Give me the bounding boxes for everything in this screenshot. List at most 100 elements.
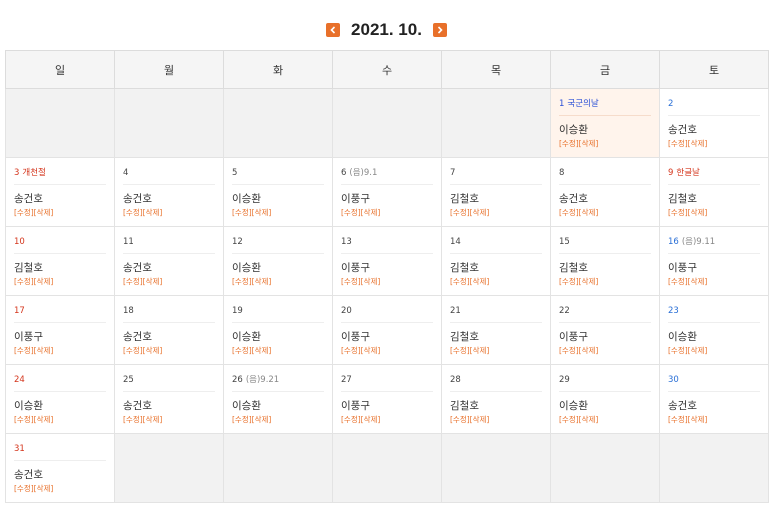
day-cell-24[interactable]: 24 이승환 [수정][삭제]: [5, 364, 115, 434]
day-cell-25[interactable]: 25 송건호 [수정][삭제]: [114, 364, 224, 434]
day-cell-12[interactable]: 12 이승환 [수정][삭제]: [223, 226, 333, 296]
delete-link[interactable]: [삭제]: [252, 415, 272, 424]
day-cell-16[interactable]: 16 (음)9.11 이풍구 [수정][삭제]: [659, 226, 769, 296]
edit-link[interactable]: [수정]: [668, 346, 688, 355]
delete-link[interactable]: [삭제]: [579, 277, 599, 286]
delete-link[interactable]: [삭제]: [252, 277, 272, 286]
edit-link[interactable]: [수정]: [559, 415, 579, 424]
edit-link[interactable]: [수정]: [123, 415, 143, 424]
day-cell-9[interactable]: 9 한글날 김철호 [수정][삭제]: [659, 157, 769, 227]
assignee-name: 송건호: [123, 262, 152, 274]
day-cell-29[interactable]: 29 이승환 [수정][삭제]: [550, 364, 660, 434]
delete-link[interactable]: [삭제]: [579, 415, 599, 424]
day-cell-26[interactable]: 26 (음)9.21 이승환 [수정][삭제]: [223, 364, 333, 434]
delete-link[interactable]: [삭제]: [143, 415, 163, 424]
edit-link[interactable]: [수정]: [450, 208, 470, 217]
day-cell-27[interactable]: 27 이풍구 [수정][삭제]: [332, 364, 442, 434]
day-cell-5[interactable]: 5 이승환 [수정][삭제]: [223, 157, 333, 227]
edit-link[interactable]: [수정]: [14, 415, 34, 424]
empty-day-cell: [223, 433, 333, 503]
delete-link[interactable]: [삭제]: [34, 346, 54, 355]
delete-link[interactable]: [삭제]: [579, 139, 599, 148]
day-cell-7[interactable]: 7 김철호 [수정][삭제]: [441, 157, 551, 227]
edit-link[interactable]: [수정]: [450, 277, 470, 286]
delete-link[interactable]: [삭제]: [688, 346, 708, 355]
delete-link[interactable]: [삭제]: [688, 208, 708, 217]
delete-link[interactable]: [삭제]: [34, 484, 54, 493]
day-cell-4[interactable]: 4 송건호 [수정][삭제]: [114, 157, 224, 227]
edit-link[interactable]: [수정]: [450, 346, 470, 355]
day-cell-3[interactable]: 3 개천절 송건호 [수정][삭제]: [5, 157, 115, 227]
delete-link[interactable]: [삭제]: [361, 277, 381, 286]
edit-link[interactable]: [수정]: [232, 208, 252, 217]
edit-link[interactable]: [수정]: [14, 346, 34, 355]
delete-link[interactable]: [삭제]: [34, 415, 54, 424]
assignee-name: 이풍구: [341, 193, 370, 205]
delete-link[interactable]: [삭제]: [34, 277, 54, 286]
edit-link[interactable]: [수정]: [14, 277, 34, 286]
delete-link[interactable]: [삭제]: [579, 346, 599, 355]
next-month-button[interactable]: [432, 23, 447, 37]
day-cell-15[interactable]: 15 김철호 [수정][삭제]: [550, 226, 660, 296]
edit-link[interactable]: [수정]: [668, 139, 688, 148]
edit-link[interactable]: [수정]: [232, 346, 252, 355]
day-cell-17[interactable]: 17 이풍구 [수정][삭제]: [5, 295, 115, 365]
delete-link[interactable]: [삭제]: [34, 208, 54, 217]
day-cell-22[interactable]: 22 이풍구 [수정][삭제]: [550, 295, 660, 365]
edit-link[interactable]: [수정]: [450, 415, 470, 424]
edit-link[interactable]: [수정]: [123, 346, 143, 355]
edit-link[interactable]: [수정]: [232, 277, 252, 286]
edit-link[interactable]: [수정]: [123, 208, 143, 217]
edit-link[interactable]: [수정]: [559, 139, 579, 148]
edit-link[interactable]: [수정]: [123, 277, 143, 286]
edit-link[interactable]: [수정]: [232, 415, 252, 424]
day-cell-10[interactable]: 10 김철호 [수정][삭제]: [5, 226, 115, 296]
edit-link[interactable]: [수정]: [341, 208, 361, 217]
edit-link[interactable]: [수정]: [341, 415, 361, 424]
day-cell-31[interactable]: 31 송건호 [수정][삭제]: [5, 433, 115, 503]
delete-link[interactable]: [삭제]: [470, 346, 490, 355]
delete-link[interactable]: [삭제]: [688, 277, 708, 286]
delete-link[interactable]: [삭제]: [143, 346, 163, 355]
delete-link[interactable]: [삭제]: [688, 139, 708, 148]
day-cell-13[interactable]: 13 이풍구 [수정][삭제]: [332, 226, 442, 296]
day-cell-28[interactable]: 28 김철호 [수정][삭제]: [441, 364, 551, 434]
day-cell-23[interactable]: 23 이승환 [수정][삭제]: [659, 295, 769, 365]
delete-link[interactable]: [삭제]: [361, 346, 381, 355]
delete-link[interactable]: [삭제]: [579, 208, 599, 217]
delete-link[interactable]: [삭제]: [470, 277, 490, 286]
edit-link[interactable]: [수정]: [14, 208, 34, 217]
edit-link[interactable]: [수정]: [668, 415, 688, 424]
day-cell-21[interactable]: 21 김철호 [수정][삭제]: [441, 295, 551, 365]
day-cell-8[interactable]: 8 송건호 [수정][삭제]: [550, 157, 660, 227]
delete-link[interactable]: [삭제]: [252, 208, 272, 217]
delete-link[interactable]: [삭제]: [143, 277, 163, 286]
day-number: 1: [559, 99, 565, 109]
day-cell-30[interactable]: 30 송건호 [수정][삭제]: [659, 364, 769, 434]
day-cell-6[interactable]: 6 (음)9.1 이풍구 [수정][삭제]: [332, 157, 442, 227]
delete-link[interactable]: [삭제]: [252, 346, 272, 355]
day-cell-18[interactable]: 18 송건호 [수정][삭제]: [114, 295, 224, 365]
prev-month-button[interactable]: [326, 23, 341, 37]
edit-link[interactable]: [수정]: [341, 277, 361, 286]
delete-link[interactable]: [삭제]: [470, 415, 490, 424]
delete-link[interactable]: [삭제]: [143, 208, 163, 217]
edit-link[interactable]: [수정]: [668, 277, 688, 286]
day-cell-14[interactable]: 14 김철호 [수정][삭제]: [441, 226, 551, 296]
empty-day-cell: [114, 88, 224, 158]
day-cell-2[interactable]: 2 송건호 [수정][삭제]: [659, 88, 769, 158]
delete-link[interactable]: [삭제]: [361, 208, 381, 217]
edit-link[interactable]: [수정]: [14, 484, 34, 493]
edit-link[interactable]: [수정]: [559, 277, 579, 286]
edit-link[interactable]: [수정]: [559, 208, 579, 217]
edit-link[interactable]: [수정]: [668, 208, 688, 217]
day-cell-11[interactable]: 11 송건호 [수정][삭제]: [114, 226, 224, 296]
delete-link[interactable]: [삭제]: [361, 415, 381, 424]
delete-link[interactable]: [삭제]: [688, 415, 708, 424]
edit-link[interactable]: [수정]: [341, 346, 361, 355]
day-cell-1[interactable]: 1 국군의날 이승환 [수정][삭제]: [550, 88, 660, 158]
day-cell-20[interactable]: 20 이풍구 [수정][삭제]: [332, 295, 442, 365]
day-cell-19[interactable]: 19 이승환 [수정][삭제]: [223, 295, 333, 365]
edit-link[interactable]: [수정]: [559, 346, 579, 355]
delete-link[interactable]: [삭제]: [470, 208, 490, 217]
